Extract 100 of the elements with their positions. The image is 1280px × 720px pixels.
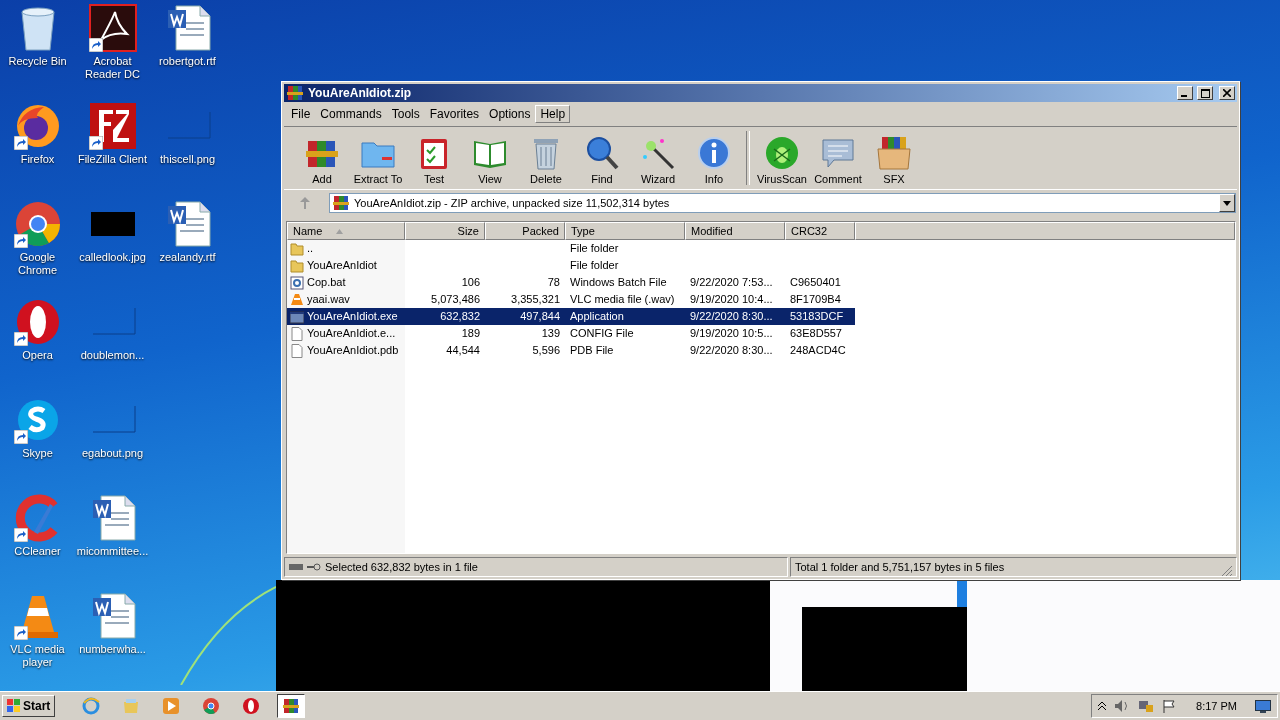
- table-cell-text: 8F1709B4: [789, 292, 842, 307]
- file-row[interactable]: YouAreAnIdiot.pdb 44,544 5,596 PDB File 9/22/2020 8:30... 248ACD4C: [287, 342, 855, 359]
- table-cell-text: 5,073,486: [430, 292, 481, 307]
- chrome-ball-icon: [13, 200, 62, 248]
- desktop-icon-label[interactable]: robertgot.rtf: [159, 55, 216, 68]
- table-cell-text: 632,832: [439, 309, 481, 324]
- acrobat-document-icon: [88, 4, 137, 52]
- address-field[interactable]: YouAreAnIdiot.zip - ZIP archive, unpacked size 11,502,314 bytes: [329, 193, 1236, 213]
- search-icon: [584, 135, 620, 171]
- toolbar-button[interactable]: VirusScan: [754, 127, 810, 189]
- resize-grip-icon[interactable]: [1222, 566, 1232, 576]
- table-cell-text: 139: [540, 326, 561, 341]
- menu-item[interactable]: Help: [535, 105, 571, 123]
- toolbar-button[interactable]: Extract To: [350, 127, 406, 189]
- up-arrow-icon: [300, 197, 310, 209]
- table-cell-text: 53183DCF: [789, 309, 845, 324]
- toolbar-button[interactable]: Comment: [810, 127, 866, 189]
- menu-item[interactable]: Options: [484, 105, 536, 123]
- table-cell-text: File folder: [569, 258, 620, 273]
- file-name: yaai.wav: [307, 292, 350, 307]
- network-icon[interactable]: [1138, 699, 1155, 713]
- blank-file-icon: [290, 326, 304, 341]
- table-cell-text: 9/22/2020 8:30...: [689, 343, 774, 358]
- maximize-button[interactable]: [1197, 86, 1213, 100]
- table-cell-text: PDB File: [569, 343, 615, 358]
- desktop-icon-label[interactable]: Firefox: [20, 153, 55, 166]
- taskbar-app-button[interactable]: [277, 694, 306, 718]
- desktop-icon-label[interactable]: doublemon...: [80, 349, 145, 362]
- desktop-icon-label[interactable]: Skype: [22, 447, 53, 460]
- file-row[interactable]: .. File folder: [287, 240, 855, 257]
- table-cell-text: Windows Batch File: [569, 275, 668, 290]
- archive-books-icon: [282, 697, 301, 715]
- desktop-icon-label[interactable]: FileZilla Client: [77, 153, 148, 166]
- table-cell-text: 78: [546, 275, 561, 290]
- monitor-icon[interactable]: [1255, 699, 1271, 713]
- chevron-up-icon[interactable]: [1098, 701, 1107, 711]
- desktop-icon-label[interactable]: Google Chrome: [0, 251, 75, 277]
- gift-box-icon: [876, 135, 912, 171]
- column-header[interactable]: Size: [405, 222, 485, 240]
- column-header[interactable]: Modified: [685, 222, 785, 240]
- column-header[interactable]: Type: [565, 222, 685, 240]
- file-row[interactable]: YouAreAnIdiot File folder: [287, 257, 855, 274]
- chrome-ball-icon: [202, 697, 221, 715]
- table-cell-text: 9/22/2020 8:30...: [689, 309, 774, 324]
- file-row[interactable]: YouAreAnIdiot.exe 632,832 497,844 Application 9/22/2020 8:30... 53183DCF: [287, 308, 855, 325]
- toolbar-button[interactable]: SFX: [866, 127, 922, 189]
- file-row[interactable]: Cop.bat 106 78 Windows Batch File 9/22/2020 7:53... C9650401: [287, 274, 855, 291]
- bar-strip: [957, 580, 967, 607]
- menu-item[interactable]: File: [286, 105, 316, 123]
- window-title: YouAreAnIdiot.zip: [308, 86, 413, 100]
- desktop-icon-label[interactable]: CCleaner: [14, 545, 61, 558]
- desktop-icon-label[interactable]: zealandy.rtf: [159, 251, 216, 264]
- dropdown-button[interactable]: [1219, 194, 1235, 212]
- table-cell-text: CONFIG File: [569, 326, 635, 341]
- desktop-icon-label[interactable]: Opera: [22, 349, 53, 362]
- close-button[interactable]: [1219, 86, 1235, 100]
- column-header[interactable]: Packed: [485, 222, 565, 240]
- table-cell-text: C9650401: [789, 275, 842, 290]
- file-name: Cop.bat: [307, 275, 346, 290]
- minimize-button[interactable]: [1177, 86, 1193, 100]
- table-cell-text: 106: [460, 275, 481, 290]
- caret-icon: [1223, 200, 1231, 206]
- menu-item[interactable]: Favorites: [424, 105, 485, 123]
- start-button[interactable]: Start: [2, 695, 56, 717]
- toolbar-button[interactable]: Delete: [518, 127, 574, 189]
- desktop-icon-label[interactable]: calledlook.jpg: [79, 251, 146, 264]
- desktop-icon-label[interactable]: thiscell.png: [159, 153, 215, 166]
- toolbar-button[interactable]: Info: [686, 127, 742, 189]
- file-name: ..: [307, 241, 314, 256]
- toolbar-button[interactable]: Wizard: [630, 127, 686, 189]
- desktop-icon-label[interactable]: egabout.png: [81, 447, 144, 460]
- toolbar-button[interactable]: Test: [406, 127, 462, 189]
- flag-icon[interactable]: [1162, 699, 1177, 713]
- column-header[interactable]: Name: [287, 222, 405, 240]
- clock[interactable]: 8:17 PM: [1196, 700, 1237, 712]
- blank-file-icon: [290, 343, 304, 358]
- desktop-icon-label[interactable]: Acrobat Reader DC: [75, 55, 150, 81]
- table-cell-text: 9/19/2020 10:5...: [689, 326, 774, 341]
- table-cell-text: File folder: [569, 241, 620, 256]
- column-header[interactable]: CRC32: [785, 222, 855, 240]
- drive-icon: [289, 563, 303, 571]
- desktop-icon-label[interactable]: micommittee...: [76, 545, 149, 558]
- info-icon: [696, 135, 732, 171]
- desktop-icon-label[interactable]: Recycle Bin: [8, 55, 67, 68]
- file-row[interactable]: yaai.wav 5,073,486 3,355,321 VLC media file (.wav) 9/19/2020 10:4... 8F1709B4: [287, 291, 855, 308]
- opera-o-icon: [242, 697, 261, 715]
- table-cell-text: 9/19/2020 10:4...: [689, 292, 774, 307]
- menu-item[interactable]: Commands: [315, 105, 387, 123]
- folder-icon: [290, 258, 304, 273]
- archive-books-icon: [332, 194, 350, 212]
- gear-file-icon: [290, 275, 304, 290]
- traffic-cone-icon: [290, 292, 304, 307]
- toolbar-button[interactable]: Find: [574, 127, 630, 189]
- play-icon: [162, 697, 181, 715]
- toolbar-button[interactable]: Add: [294, 127, 350, 189]
- file-row[interactable]: YouAreAnIdiot.e... 189 139 CONFIG File 9/19/2020 10:5... 63E8D557: [287, 325, 855, 342]
- toolbar-button[interactable]: View: [462, 127, 518, 189]
- menu-item[interactable]: Tools: [386, 105, 425, 123]
- table-cell-text: 497,844: [519, 309, 561, 324]
- status-text: Selected 632,832 bytes in 1 file: [325, 561, 478, 573]
